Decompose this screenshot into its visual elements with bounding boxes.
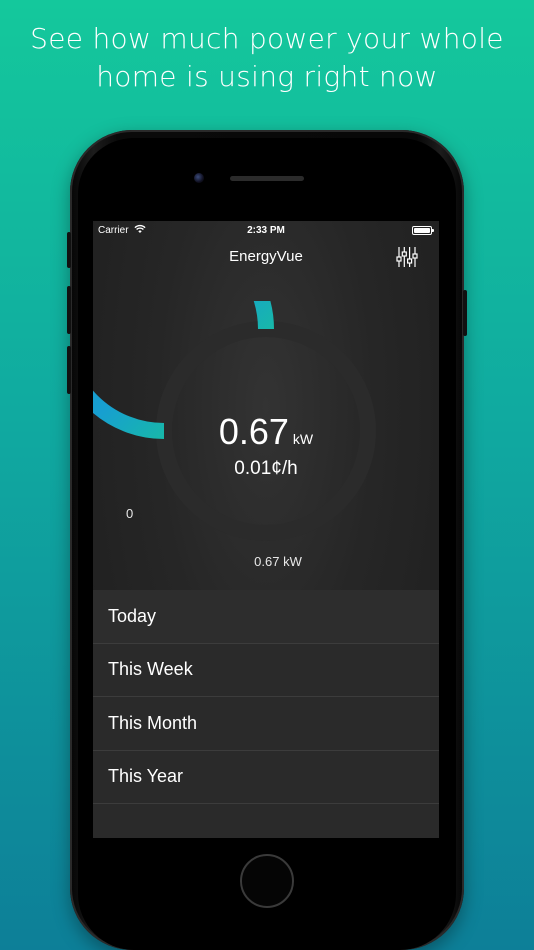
period-label: Today (108, 605, 157, 626)
app-screen: Carrier 2:33 PM EnergyVue 0 0.67 kW 0.01… (93, 221, 439, 838)
status-bar: Carrier 2:33 PM (93, 221, 439, 241)
gauge-max-unit: kW (283, 554, 302, 569)
power-gauge: 0 0.67 kW 0.01¢/h (93, 301, 439, 581)
gauge-min-label: 0 (126, 506, 134, 521)
front-camera (194, 173, 204, 183)
period-item-this-week[interactable]: This Week (93, 643, 439, 697)
period-item-this-month[interactable]: This Month (93, 697, 439, 751)
period-item-this-year[interactable]: This Year (93, 750, 439, 804)
period-label: This Month (108, 712, 198, 733)
power-button (463, 290, 467, 336)
battery-level (414, 228, 430, 233)
period-label: This Week (108, 659, 193, 680)
gauge-max-label: 0.67 kW (93, 554, 439, 569)
home-button[interactable] (240, 854, 294, 908)
power-value: 0.67 (218, 411, 289, 452)
power-unit: kW (292, 431, 314, 447)
volume-up-button (67, 286, 71, 334)
period-list: Today This Week This Month This Year (93, 590, 439, 804)
gauge-readout: 0.67 kW (93, 411, 439, 453)
sliders-icon[interactable] (395, 245, 419, 269)
volume-down-button (67, 346, 71, 394)
screen-footer (93, 804, 439, 838)
headline-line-1: See how much power your whole (30, 22, 504, 55)
app-title: EnergyVue (229, 248, 303, 265)
battery-icon (412, 226, 434, 235)
earpiece-speaker (230, 176, 304, 181)
cost-rate: 0.01¢/h (234, 458, 298, 479)
period-item-today[interactable]: Today (93, 590, 439, 644)
period-label: This Year (108, 766, 184, 787)
mute-switch (67, 232, 71, 268)
marketing-headline: See how much power your whole home is us… (0, 20, 534, 96)
gauge-max-value: 0.67 (254, 554, 280, 569)
headline-line-2: home is using right now (96, 60, 438, 93)
status-time: 2:33 PM (247, 225, 285, 236)
